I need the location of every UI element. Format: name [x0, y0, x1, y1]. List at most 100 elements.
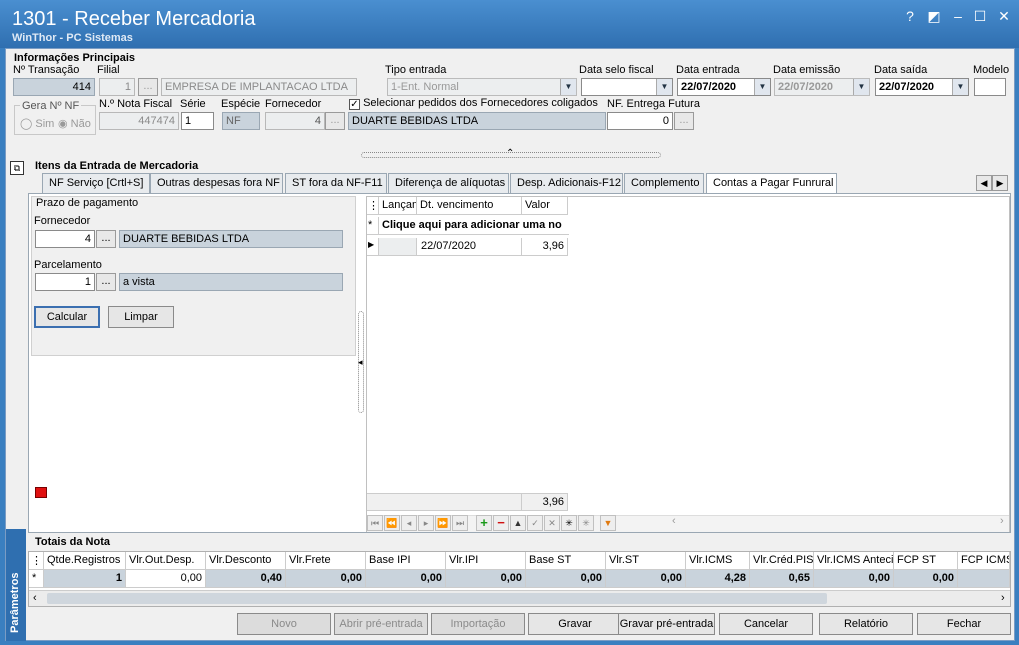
- modelo-field[interactable]: [974, 78, 1006, 96]
- totais-col-11[interactable]: FCP ST: [894, 552, 958, 570]
- transacao-field[interactable]: 414: [13, 78, 95, 96]
- fornecedor-search-button[interactable]: ...: [325, 112, 345, 130]
- chevron-down-icon[interactable]: ▼: [656, 79, 672, 95]
- parcelamento-field[interactable]: 1: [35, 273, 95, 291]
- prazo-fornecedor-field[interactable]: 4: [35, 230, 95, 248]
- add-icon[interactable]: +: [476, 515, 492, 531]
- col-lancamento[interactable]: Lançam: [379, 197, 417, 215]
- especie-field[interactable]: NF: [222, 112, 260, 130]
- fechar-button[interactable]: Fechar: [917, 613, 1011, 635]
- maximize-button[interactable]: ☐: [970, 6, 990, 26]
- dock-icon[interactable]: ⧉: [10, 161, 24, 175]
- coligados-checkbox[interactable]: ✓ Selecionar pedidos dos Fornecedores co…: [349, 97, 598, 110]
- data-emissao-field[interactable]: 22/07/2020 ▼: [774, 78, 870, 96]
- gravar-pre-entrada-button[interactable]: Gravar pré-entrada: [618, 613, 715, 635]
- fornecedor-field[interactable]: 4: [265, 112, 325, 130]
- data-entrada-field[interactable]: 22/07/2020 ▼: [677, 78, 771, 96]
- totais-col-7[interactable]: Vlr.ST: [606, 552, 686, 570]
- tab-diferenca-aliquotas[interactable]: Diferença de alíquotas: [388, 173, 509, 193]
- totais-col-9[interactable]: Vlr.Créd.PIS: [750, 552, 814, 570]
- nav-prev-icon[interactable]: ◂: [401, 515, 417, 531]
- totais-col-0[interactable]: Qtde.Registros: [44, 552, 126, 570]
- data-saida-field[interactable]: 22/07/2020 ▼: [875, 78, 969, 96]
- help-icon[interactable]: ?: [900, 6, 920, 26]
- tab-scroll-right-icon[interactable]: ▶: [992, 175, 1008, 191]
- nota-field[interactable]: 447474: [99, 112, 179, 130]
- tab-contas-pagar-funrural[interactable]: Contas a Pagar Funrural: [706, 173, 837, 194]
- parcelamento-search-button[interactable]: ...: [96, 273, 116, 291]
- relatorio-button[interactable]: Relatório: [819, 613, 913, 635]
- tab-scroll-left-icon[interactable]: ◀: [976, 175, 992, 191]
- col-vencimento[interactable]: Dt. vencimento: [417, 197, 522, 215]
- row-lancamento[interactable]: [379, 238, 417, 256]
- totais-col-5[interactable]: Vlr.IPI: [446, 552, 526, 570]
- row-vencimento[interactable]: 22/07/2020: [417, 238, 522, 256]
- totais-hscrollbar[interactable]: ‹ ›: [29, 590, 1010, 606]
- tab-nf-servico[interactable]: NF Serviço [Crtl+S]: [42, 173, 150, 193]
- tab-desp-adicionais[interactable]: Desp. Adicionais-F12: [510, 173, 623, 193]
- tipo-entrada-select[interactable]: 1-Ent. Normal ▼: [387, 78, 577, 96]
- calcular-button[interactable]: Calcular: [34, 306, 100, 328]
- nao-radio[interactable]: ◉ Não: [58, 117, 91, 130]
- totais-col-6[interactable]: Base ST: [526, 552, 606, 570]
- add-row-prompt[interactable]: Clique aqui para adicionar uma no: [379, 217, 569, 235]
- minimize-button[interactable]: –: [948, 6, 968, 26]
- scroll-thumb[interactable]: [47, 593, 827, 604]
- tab-complemento[interactable]: Complemento: [624, 173, 704, 193]
- data-selo-field[interactable]: ▼: [581, 78, 673, 96]
- scroll-left-icon[interactable]: ‹: [33, 592, 37, 604]
- cancel-edit-icon[interactable]: ✕: [544, 515, 560, 531]
- totais-col-2[interactable]: Vlr.Desconto: [206, 552, 286, 570]
- totais-value-5: 0,00: [446, 570, 526, 588]
- nav-next-icon[interactable]: ▸: [418, 515, 434, 531]
- tab-st-fora[interactable]: ST fora da NF-F11: [285, 173, 387, 193]
- collapse-up-icon[interactable]: ⌃: [506, 148, 514, 159]
- parcelamento-label: Parcelamento: [34, 259, 102, 271]
- filial-field[interactable]: 1: [99, 78, 135, 96]
- limpar-button[interactable]: Limpar: [108, 306, 174, 328]
- col-valor[interactable]: Valor: [522, 197, 568, 215]
- totais-col-1[interactable]: Vlr.Out.Desp.: [126, 552, 206, 570]
- tab-outras-despesas[interactable]: Outras despesas fora NF: [150, 173, 283, 193]
- abrir-pre-entrada-button[interactable]: Abrir pré-entrada: [334, 613, 428, 635]
- gravar-button[interactable]: Gravar: [528, 613, 622, 635]
- row-valor[interactable]: 3,96: [522, 238, 568, 256]
- chevron-down-icon[interactable]: ▼: [952, 79, 968, 95]
- totais-col-3[interactable]: Vlr.Frete: [286, 552, 366, 570]
- delete-icon[interactable]: −: [493, 515, 509, 531]
- importacao-button[interactable]: Importação: [431, 613, 525, 635]
- edit-icon[interactable]: ▲: [510, 515, 526, 531]
- cancelar-button[interactable]: Cancelar: [719, 613, 813, 635]
- totais-col-12[interactable]: FCP ICMS: [958, 552, 1010, 570]
- refresh-icon[interactable]: ✳: [561, 515, 577, 531]
- totais-menu-icon[interactable]: ⋮: [29, 552, 44, 570]
- novo-button[interactable]: Novo: [237, 613, 331, 635]
- nav-prev-page-icon[interactable]: ⏪: [384, 515, 400, 531]
- collapse-left-icon[interactable]: ◂: [358, 357, 363, 368]
- nav-last-icon[interactable]: ⏭: [452, 515, 468, 531]
- scroll-right-icon[interactable]: ›: [1001, 592, 1005, 604]
- filter-icon[interactable]: ▼: [600, 515, 616, 531]
- filial-search-button[interactable]: ...: [138, 78, 158, 96]
- close-button[interactable]: ✕: [994, 6, 1014, 26]
- new-row-marker: *: [367, 217, 379, 235]
- entrega-futura-field[interactable]: 0: [607, 112, 673, 130]
- serie-field[interactable]: 1: [181, 112, 214, 130]
- totais-col-10[interactable]: Vlr.ICMS Anteci: [814, 552, 894, 570]
- post-icon[interactable]: ✓: [527, 515, 543, 531]
- totais-col-4[interactable]: Base IPI: [366, 552, 446, 570]
- hscroll-left-icon[interactable]: ‹: [672, 515, 676, 527]
- grid-menu-icon[interactable]: ⋮: [367, 197, 379, 215]
- chevron-down-icon[interactable]: ▼: [754, 79, 770, 95]
- restore-icon[interactable]: ◩: [924, 6, 944, 26]
- nav-first-icon[interactable]: ⏮: [367, 515, 383, 531]
- totais-col-8[interactable]: Vlr.ICMS: [686, 552, 750, 570]
- sim-radio[interactable]: ◯ Sim: [20, 117, 54, 130]
- nav-next-page-icon[interactable]: ⏩: [435, 515, 451, 531]
- entrega-futura-search-button[interactable]: ...: [674, 112, 694, 130]
- prazo-fornecedor-search-button[interactable]: ...: [96, 230, 116, 248]
- totais-value-1: 0,00: [126, 570, 206, 588]
- hscroll-right-icon[interactable]: ›: [1000, 515, 1004, 527]
- parametros-sidebar[interactable]: Parâmetros: [6, 529, 26, 641]
- bookmark-icon[interactable]: ✳: [578, 515, 594, 531]
